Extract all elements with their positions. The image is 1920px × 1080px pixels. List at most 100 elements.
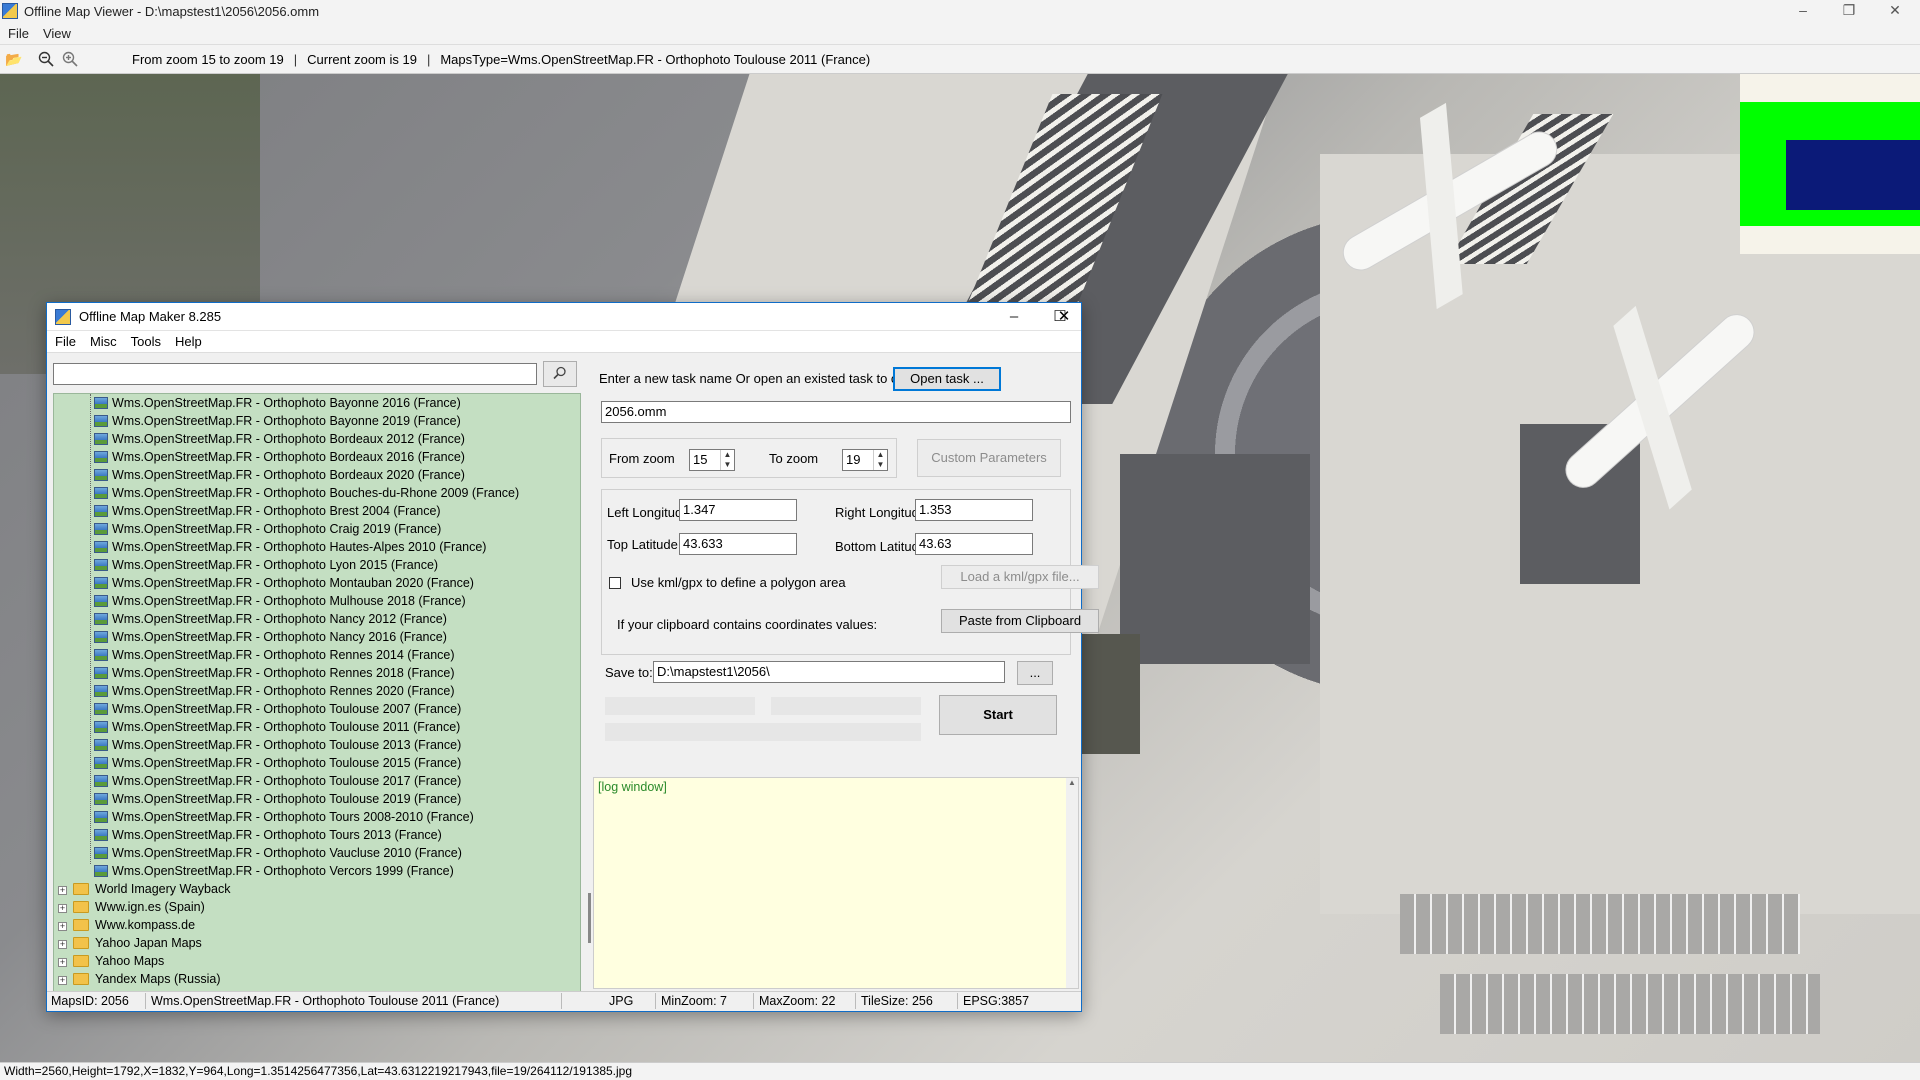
tree-item[interactable]: Wms.OpenStreetMap.FR - Orthophoto Craig …: [94, 520, 441, 538]
close-icon[interactable]: ✕: [1872, 0, 1918, 22]
close-icon[interactable]: ✕: [1047, 305, 1081, 329]
expand-icon[interactable]: +: [58, 922, 67, 931]
tree-item[interactable]: Wms.OpenStreetMap.FR - Orthophoto Bordea…: [94, 430, 465, 448]
menu-misc[interactable]: Misc: [90, 334, 117, 349]
progress-bar: [771, 697, 921, 715]
tree-item[interactable]: Wms.OpenStreetMap.FR - Orthophoto Toulou…: [94, 700, 461, 718]
clipboard-label: If your clipboard contains coordinates v…: [617, 617, 878, 632]
load-kml-button[interactable]: Load a kml/gpx file...: [941, 565, 1099, 589]
zoom-out-icon[interactable]: [36, 49, 56, 69]
expand-icon[interactable]: +: [58, 904, 67, 913]
custom-parameters-button[interactable]: Custom Parameters: [917, 439, 1061, 477]
viewer-title: Offline Map Viewer - D:\mapstest1\2056\2…: [24, 3, 320, 19]
tree-folder-label: Www.ign.es (Spain): [95, 900, 205, 914]
expand-icon[interactable]: +: [58, 886, 67, 895]
tree-item-label: Wms.OpenStreetMap.FR - Orthophoto Bordea…: [112, 432, 465, 446]
minimize-icon[interactable]: –: [991, 305, 1037, 329]
bottom-latitude-input[interactable]: 43.63: [915, 533, 1033, 555]
tree-item-label: Wms.OpenStreetMap.FR - Orthophoto Montau…: [112, 576, 474, 590]
restore-icon[interactable]: ❐: [1826, 0, 1872, 22]
tree-item[interactable]: Wms.OpenStreetMap.FR - Orthophoto Mulhou…: [94, 592, 466, 610]
tree-folder[interactable]: + Yahoo Maps: [58, 952, 164, 970]
folder-icon: [73, 883, 89, 895]
map-source-icon: [94, 559, 108, 571]
tree-folder[interactable]: + Yahoo Japan Maps: [58, 934, 202, 952]
log-scrollbar[interactable]: ▲: [1066, 778, 1078, 988]
tree-item[interactable]: Wms.OpenStreetMap.FR - Orthophoto Toulou…: [94, 772, 461, 790]
tree-item[interactable]: Wms.OpenStreetMap.FR - Orthophoto Toulou…: [94, 754, 461, 772]
tree-item[interactable]: Wms.OpenStreetMap.FR - Orthophoto Bayonn…: [94, 412, 461, 430]
tree-item[interactable]: Wms.OpenStreetMap.FR - Orthophoto Bordea…: [94, 448, 465, 466]
tree-item[interactable]: Wms.OpenStreetMap.FR - Orthophoto Tours …: [94, 808, 474, 826]
tree-item[interactable]: Wms.OpenStreetMap.FR - Orthophoto Toulou…: [94, 736, 461, 754]
from-zoom-stepper[interactable]: 15 ▲ ▼: [689, 449, 735, 471]
tree-item-label: Wms.OpenStreetMap.FR - Orthophoto Toulou…: [112, 738, 462, 752]
left-longitude-input[interactable]: 1.347: [679, 499, 797, 521]
use-kml-checkbox[interactable]: [609, 577, 621, 589]
search-button[interactable]: [543, 361, 577, 387]
tree-item-label: Wms.OpenStreetMap.FR - Orthophoto Bouche…: [112, 486, 520, 500]
tree-item[interactable]: Wms.OpenStreetMap.FR - Orthophoto Montau…: [94, 574, 474, 592]
spin-arrows-icon[interactable]: ▲ ▼: [720, 450, 734, 470]
spin-arrows-icon[interactable]: ▲ ▼: [873, 450, 887, 470]
open-folder-icon[interactable]: 📂: [4, 49, 24, 69]
minimize-icon[interactable]: –: [1780, 0, 1826, 22]
menu-file[interactable]: File: [55, 334, 76, 349]
paste-from-clipboard-button[interactable]: Paste from Clipboard: [941, 609, 1099, 633]
open-task-button[interactable]: Open task ...: [893, 367, 1001, 391]
tree-item[interactable]: Wms.OpenStreetMap.FR - Orthophoto Bayonn…: [94, 394, 461, 412]
menu-file[interactable]: File: [8, 26, 29, 41]
start-button[interactable]: Start: [939, 695, 1057, 735]
map-source-icon: [94, 667, 108, 679]
tree-item[interactable]: Wms.OpenStreetMap.FR - Orthophoto Tours …: [94, 826, 442, 844]
tree-item-label: Wms.OpenStreetMap.FR - Orthophoto Bayonn…: [112, 396, 461, 410]
map-source-icon: [94, 721, 108, 733]
right-longitude-input[interactable]: 1.353: [915, 499, 1033, 521]
tree-item-label: Wms.OpenStreetMap.FR - Orthophoto Toulou…: [112, 702, 462, 716]
search-icon: [553, 366, 567, 383]
tree-item[interactable]: Wms.OpenStreetMap.FR - Orthophoto Vercor…: [94, 862, 454, 880]
tree-item[interactable]: Wms.OpenStreetMap.FR - Orthophoto Brest …: [94, 502, 441, 520]
zoom-in-icon[interactable]: [60, 49, 80, 69]
tree-folder[interactable]: + Www.ign.es (Spain): [58, 898, 205, 916]
tree-item[interactable]: Wms.OpenStreetMap.FR - Orthophoto Toulou…: [94, 790, 461, 808]
map-source-icon: [94, 613, 108, 625]
menu-view[interactable]: View: [43, 26, 71, 41]
map-source-icon: [94, 631, 108, 643]
tree-item[interactable]: Wms.OpenStreetMap.FR - Orthophoto Hautes…: [94, 538, 486, 556]
browse-button[interactable]: ...: [1017, 661, 1053, 685]
tree-folder[interactable]: + World Imagery Wayback: [58, 880, 230, 898]
map-source-icon: [94, 433, 108, 445]
menu-help[interactable]: Help: [175, 334, 202, 349]
tree-folder-label: Yahoo Maps: [95, 954, 165, 968]
tree-item[interactable]: Wms.OpenStreetMap.FR - Orthophoto Bordea…: [94, 466, 465, 484]
tree-item[interactable]: Wms.OpenStreetMap.FR - Orthophoto Rennes…: [94, 646, 455, 664]
tree-item[interactable]: Wms.OpenStreetMap.FR - Orthophoto Vauclu…: [94, 844, 462, 862]
tree-folder[interactable]: + Yandex Maps (Russia): [58, 970, 221, 988]
tree-item[interactable]: Wms.OpenStreetMap.FR - Orthophoto Rennes…: [94, 682, 455, 700]
map-source-icon: [94, 595, 108, 607]
tree-item[interactable]: Wms.OpenStreetMap.FR - Orthophoto Nancy …: [94, 610, 447, 628]
map-source-icon: [94, 451, 108, 463]
save-path-input[interactable]: D:\mapstest1\2056\: [653, 661, 1005, 683]
to-zoom-stepper[interactable]: 19 ▲ ▼: [842, 449, 888, 471]
tree-item-label: Wms.OpenStreetMap.FR - Orthophoto Toulou…: [112, 720, 461, 734]
expand-icon[interactable]: +: [58, 976, 67, 985]
expand-icon[interactable]: +: [58, 940, 67, 949]
top-latitude-input[interactable]: 43.633: [679, 533, 797, 555]
tree-item[interactable]: Wms.OpenStreetMap.FR - Orthophoto Bouche…: [94, 484, 519, 502]
overview-minimap[interactable]: [1740, 74, 1920, 254]
tree-item[interactable]: Wms.OpenStreetMap.FR - Orthophoto Lyon 2…: [94, 556, 438, 574]
map-source-tree[interactable]: Wms.OpenStreetMap.FR - Orthophoto Bayonn…: [53, 393, 581, 993]
log-text: [log window]: [598, 780, 667, 794]
task-name-input[interactable]: 2056.omm: [601, 401, 1071, 423]
search-input[interactable]: [53, 363, 537, 385]
progress-bar: [605, 723, 921, 741]
tree-item[interactable]: Wms.OpenStreetMap.FR - Orthophoto Toulou…: [94, 718, 460, 736]
menu-tools[interactable]: Tools: [131, 334, 161, 349]
log-window[interactable]: [log window] ▲: [593, 777, 1079, 989]
tree-folder[interactable]: + Www.kompass.de: [58, 916, 195, 934]
tree-item[interactable]: Wms.OpenStreetMap.FR - Orthophoto Rennes…: [94, 664, 455, 682]
expand-icon[interactable]: +: [58, 958, 67, 967]
tree-item[interactable]: Wms.OpenStreetMap.FR - Orthophoto Nancy …: [94, 628, 447, 646]
